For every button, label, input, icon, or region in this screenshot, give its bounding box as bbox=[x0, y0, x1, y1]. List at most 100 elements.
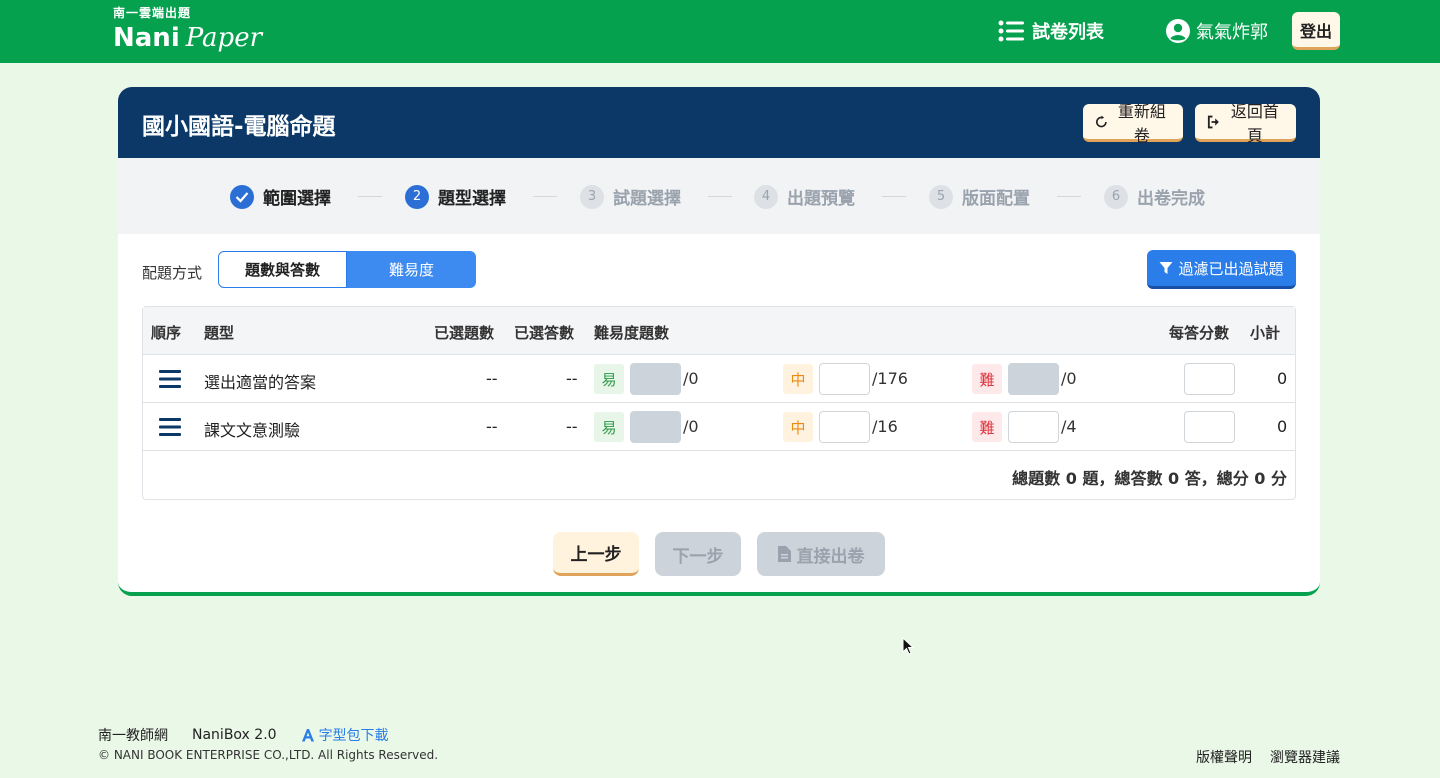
easy-max: /0 bbox=[683, 369, 699, 388]
footer-link-teacher-site[interactable]: 南一教師網 bbox=[98, 725, 168, 745]
step-divider bbox=[1057, 196, 1081, 197]
header-score-per-answer: 每答分數 bbox=[1169, 324, 1230, 342]
selected-question-count: -- bbox=[486, 369, 498, 388]
direct-export-label: 直接出卷 bbox=[796, 546, 865, 567]
row-subtotal: 0 bbox=[1277, 369, 1288, 388]
nanipaper-logo[interactable]: 南一雲端出題 Nani Paper bbox=[113, 4, 262, 53]
header-selected-answers: 已選答數 bbox=[514, 324, 575, 342]
footer-link-nanibox[interactable]: NaniBox 2.0 bbox=[192, 727, 277, 743]
step-number: 5 bbox=[929, 184, 953, 209]
step-divider bbox=[708, 196, 732, 197]
step-2[interactable]: 2 題型選擇 bbox=[405, 184, 506, 209]
step-divider bbox=[358, 196, 382, 197]
footer-right-links: 版權聲明 瀏覽器建議 bbox=[1178, 747, 1340, 767]
step-label: 出題預覽 bbox=[787, 189, 855, 209]
step-4[interactable]: 4 出題預覽 bbox=[754, 184, 855, 209]
step-5[interactable]: 5 版面配置 bbox=[929, 184, 1030, 209]
medium-max: /176 bbox=[872, 369, 908, 388]
step-1[interactable]: 範圍選擇 bbox=[230, 184, 331, 209]
hard-count-input bbox=[1008, 363, 1059, 395]
medium-tag: 中 bbox=[783, 412, 813, 442]
logout-button[interactable]: 登出 bbox=[1292, 12, 1340, 50]
easy-max: /0 bbox=[683, 417, 699, 436]
table-header: 順序 題型 已選題數 已選答數 難易度題數 每答分數 小計 bbox=[143, 307, 1295, 355]
table-summary-row: 總題數 0 題，總答數 0 答，總分 0 分 bbox=[143, 451, 1295, 499]
refresh-icon bbox=[1096, 115, 1107, 127]
hard-tag: 難 bbox=[972, 412, 1002, 442]
next-step-button[interactable]: 下一步 bbox=[655, 532, 741, 576]
logo-text: Nani Paper bbox=[113, 23, 262, 53]
easy-tag: 易 bbox=[594, 412, 624, 442]
drag-handle-icon[interactable] bbox=[159, 418, 181, 440]
easy-count-input bbox=[630, 411, 681, 443]
direct-export-button[interactable]: 直接出卷 bbox=[757, 532, 885, 576]
check-icon bbox=[230, 184, 254, 209]
filter-used-questions-label: 過濾已出過試題 bbox=[1178, 259, 1284, 278]
font-download-link[interactable]: 字型包下載 bbox=[301, 725, 389, 745]
list-icon bbox=[998, 20, 1024, 42]
prev-step-button[interactable]: 上一步 bbox=[553, 532, 639, 576]
step-6[interactable]: 6 出卷完成 bbox=[1104, 184, 1205, 209]
medium-count-input[interactable] bbox=[819, 363, 870, 395]
filter-icon bbox=[1159, 262, 1173, 274]
allocation-mode-label: 配題方式 bbox=[142, 264, 203, 282]
reset-paper-label: 重新組卷 bbox=[1117, 101, 1166, 145]
logo-nani: Nani bbox=[113, 23, 180, 53]
medium-max: /16 bbox=[872, 417, 898, 436]
top-navbar: 南一雲端出題 Nani Paper 試卷列表 氣氣炸郭 登出 bbox=[0, 0, 1440, 63]
mode-count-button[interactable]: 題數與答數 bbox=[218, 251, 347, 288]
card-header: 國小國語-電腦命題 重新組卷 返回首頁 bbox=[118, 87, 1320, 158]
selected-answer-count: -- bbox=[566, 417, 578, 436]
font-download-label: 字型包下載 bbox=[318, 728, 389, 744]
header-selected-questions: 已選題數 bbox=[434, 324, 495, 342]
header-type: 題型 bbox=[204, 324, 235, 342]
step-divider bbox=[882, 196, 906, 197]
logo-subtitle: 南一雲端出題 bbox=[113, 6, 192, 20]
user-avatar-icon bbox=[1166, 19, 1190, 43]
wizard-buttons: 上一步 下一步 直接出卷 bbox=[118, 532, 1320, 576]
mode-difficulty-button[interactable]: 難易度 bbox=[347, 251, 476, 288]
user-name: 氣氣炸郭 bbox=[1196, 22, 1268, 43]
nav-user[interactable]: 氣氣炸郭 bbox=[1166, 18, 1268, 44]
main-card: 國小國語-電腦命題 重新組卷 返回首頁 範圍選擇 2 題型選擇 3 試題選擇 4… bbox=[118, 87, 1320, 596]
hard-count-input[interactable] bbox=[1008, 411, 1059, 443]
hard-tag: 難 bbox=[972, 364, 1002, 394]
medium-count-input[interactable] bbox=[819, 411, 870, 443]
back-home-label: 返回首頁 bbox=[1230, 101, 1279, 145]
copyright-notice-link[interactable]: 版權聲明 bbox=[1196, 747, 1252, 767]
question-type-name: 選出適當的答案 bbox=[204, 373, 317, 392]
easy-tag: 易 bbox=[594, 364, 624, 394]
drag-handle-icon[interactable] bbox=[159, 370, 181, 392]
step-number: 6 bbox=[1104, 184, 1128, 209]
step-3[interactable]: 3 試題選擇 bbox=[580, 184, 681, 209]
back-home-button[interactable]: 返回首頁 bbox=[1195, 102, 1296, 145]
step-number: 2 bbox=[405, 184, 429, 209]
question-type-name: 課文文意測驗 bbox=[204, 421, 301, 440]
easy-count-input bbox=[630, 363, 681, 395]
header-difficulty-count: 難易度題數 bbox=[594, 324, 670, 342]
filter-used-questions-button[interactable]: 過濾已出過試題 bbox=[1147, 250, 1296, 289]
step-progress: 範圍選擇 2 題型選擇 3 試題選擇 4 出題預覽 5 版面配置 6 出卷完成 bbox=[118, 158, 1320, 234]
sign-out-icon bbox=[1207, 115, 1219, 128]
reset-paper-button[interactable]: 重新組卷 bbox=[1083, 102, 1183, 145]
footer-links: 南一教師網 NaniBox 2.0 字型包下載 bbox=[98, 725, 413, 745]
browser-advice-link[interactable]: 瀏覽器建議 bbox=[1270, 747, 1340, 767]
header-subtotal: 小計 bbox=[1250, 324, 1281, 342]
step-label: 範圍選擇 bbox=[263, 189, 331, 209]
mouse-cursor-icon bbox=[902, 637, 914, 655]
question-type-table: 順序 題型 已選題數 已選答數 難易度題數 每答分數 小計 選出適當的答案 --… bbox=[142, 306, 1296, 500]
copyright-text: © NANI BOOK ENTERPRISE CO.,LTD. All Righ… bbox=[98, 748, 439, 762]
header-order: 順序 bbox=[151, 324, 182, 342]
logo-paper: Paper bbox=[185, 23, 263, 53]
step-label: 版面配置 bbox=[962, 189, 1030, 209]
step-label: 題型選擇 bbox=[438, 189, 506, 209]
table-summary: 總題數 0 題，總答數 0 答，總分 0 分 bbox=[1012, 469, 1287, 488]
row-subtotal: 0 bbox=[1277, 417, 1288, 436]
medium-tag: 中 bbox=[783, 364, 813, 394]
score-per-answer-input[interactable] bbox=[1184, 363, 1235, 395]
score-per-answer-input[interactable] bbox=[1184, 411, 1235, 443]
allocation-mode-toggle: 題數與答數 難易度 bbox=[218, 251, 476, 288]
step-number: 3 bbox=[580, 184, 604, 209]
nav-paper-list[interactable]: 試卷列表 bbox=[998, 18, 1104, 44]
step-number: 4 bbox=[754, 184, 778, 209]
